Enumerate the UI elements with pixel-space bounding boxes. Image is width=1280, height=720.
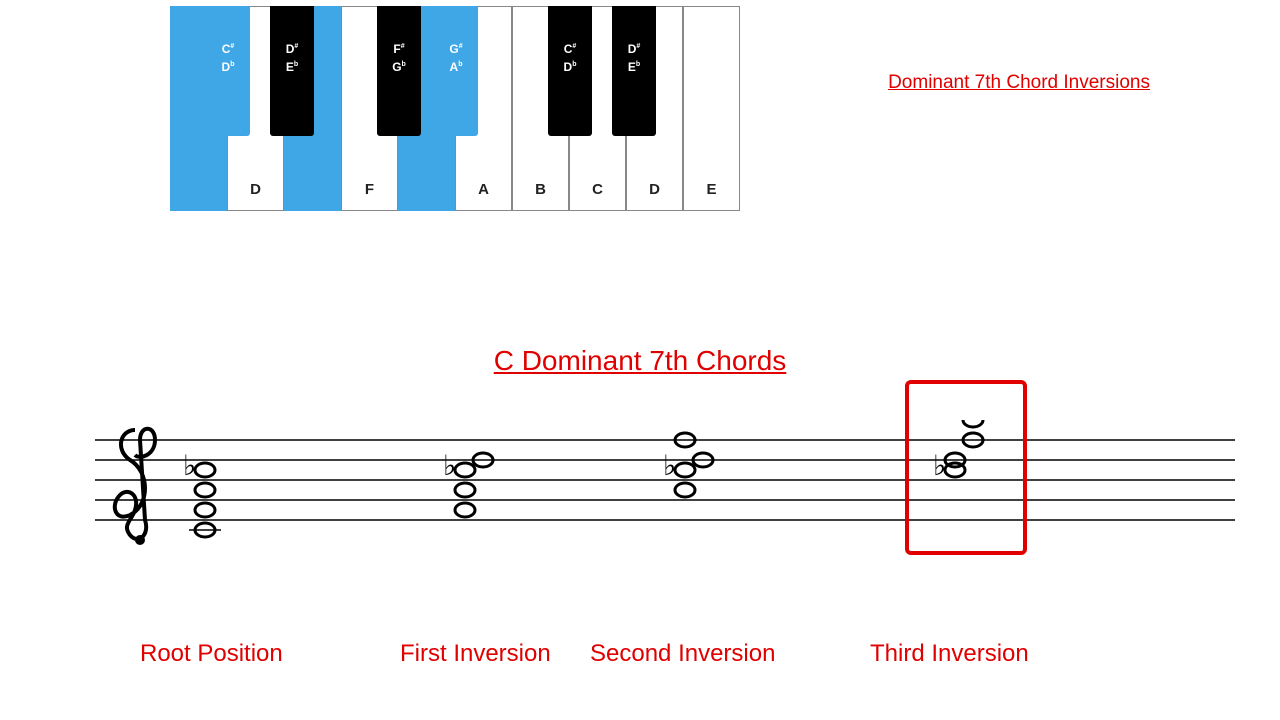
- music-staff: ♭ ♭ ♭ ♭: [95, 420, 1235, 575]
- svg-text:♭: ♭: [443, 451, 456, 482]
- white-key-label: E: [706, 181, 716, 198]
- black-key-4: C#Db: [548, 6, 592, 136]
- black-key-3: G#Ab: [434, 6, 478, 136]
- section-title: C Dominant 7th Chords: [494, 345, 787, 377]
- black-key-2: F#Gb: [377, 6, 421, 136]
- treble-clef-icon: [115, 429, 155, 545]
- label-second-inversion: Second Inversion: [590, 640, 775, 668]
- reference-link[interactable]: Dominant 7th Chord Inversions: [888, 72, 1150, 94]
- black-key-label: C#Db: [564, 40, 577, 76]
- white-key-label: C: [592, 181, 603, 198]
- white-key-label: D: [250, 181, 261, 198]
- black-key-1: D#Eb: [270, 6, 314, 136]
- svg-text:♭: ♭: [183, 451, 196, 482]
- black-key-5: D#Eb: [612, 6, 656, 136]
- label-root-position: Root Position: [140, 640, 283, 668]
- white-key-label: B: [535, 181, 546, 198]
- label-third-inversion: Third Inversion: [870, 640, 1029, 668]
- black-key-label: C#Db: [222, 40, 235, 76]
- highlight-box: [905, 380, 1027, 555]
- label-first-inversion: First Inversion: [400, 640, 551, 668]
- svg-text:♭: ♭: [663, 451, 676, 482]
- black-key-label: D#Eb: [286, 40, 299, 76]
- chord-second-inversion: ♭: [663, 433, 713, 497]
- black-key-label: G#Ab: [449, 40, 462, 76]
- black-key-0: C#Db: [206, 6, 250, 136]
- black-key-label: D#Eb: [628, 40, 641, 76]
- chord-root-position: ♭: [183, 451, 221, 537]
- white-key-label: A: [478, 181, 489, 198]
- piano-keyboard: D F A B C D E C#Db D#Eb F#Gb G#Ab C#Db D#Eb: [170, 6, 740, 216]
- white-key-9: E: [683, 6, 740, 211]
- chord-first-inversion: ♭: [443, 451, 493, 517]
- white-key-label: D: [649, 181, 660, 198]
- white-key-label: F: [365, 181, 374, 198]
- black-key-label: F#Gb: [392, 40, 406, 76]
